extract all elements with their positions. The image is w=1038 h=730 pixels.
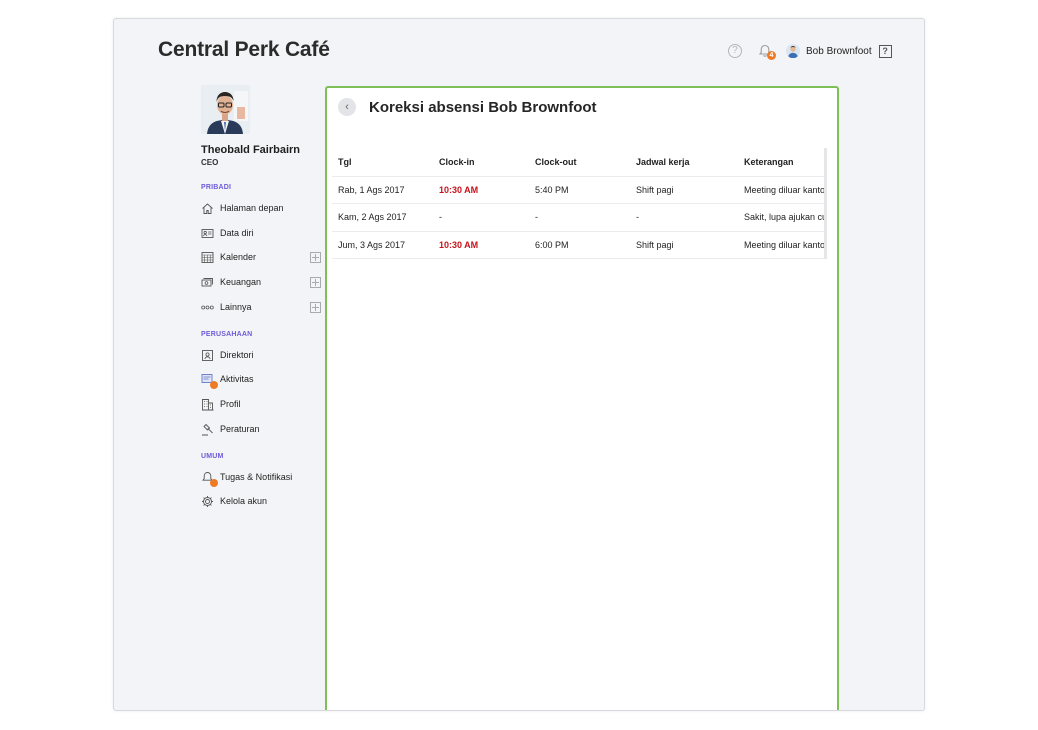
profile-role: CEO [201,158,219,167]
sidebar-item-label: Keuangan [220,277,262,287]
sidebar-item-lainnya[interactable]: Lainnya [201,299,321,315]
sidebar-item-label: Tugas & Notifikasi [220,472,293,482]
sidebar-item-label: Halaman depan [220,203,284,213]
sidebar-item-data-diri[interactable]: Data diri [201,225,321,241]
activity-badge [210,380,218,389]
money-icon [201,276,214,289]
sidebar-item-kalender[interactable]: Kalender [201,249,321,265]
sidebar-item-tugas-notifikasi[interactable]: Tugas & Notifikasi [201,469,321,487]
cell-clock-in: - [433,203,529,232]
sidebar: Theobald Fairbairn CEO PRIBADI PERUSAHAA… [201,85,321,507]
cell-note: Meeting diluar kantor [738,176,824,204]
table-header-row: Tgl Clock-in Clock-out Jadwal kerja Kete… [332,148,824,177]
help-box-icon[interactable]: ? [878,44,892,58]
attendance-correction-panel: ‹ Koreksi absensi Bob Brownfoot Tgl Cloc… [325,86,839,710]
column-header[interactable]: Clock-in [433,148,529,177]
notifications-button[interactable]: 4 [756,43,776,60]
cell-clock-out: 6:00 PM [529,231,630,259]
cell-clock-in: 10:30 AM [433,176,529,204]
sidebar-item-label: Aktivitas [220,374,254,384]
top-bar: ? 4 Bob Brownfoot ? [728,43,892,60]
back-button[interactable]: ‹ [338,98,356,116]
cell-schedule: Shift pagi [630,231,738,259]
attendance-table: Tgl Clock-in Clock-out Jadwal kerja Kete… [332,148,824,259]
cell-date: Kam, 2 Ags 2017 [332,203,433,232]
calendar-icon [201,251,214,264]
profile-avatar[interactable] [201,85,250,134]
cell-note: Meeting diluar kantor [738,231,824,259]
profile-name: Theobald Fairbairn [201,144,301,156]
cell-clock-out: 5:40 PM [529,176,630,204]
task-badge [210,478,218,487]
attendance-table-container[interactable]: Tgl Clock-in Clock-out Jadwal kerja Kete… [332,148,827,259]
bell-icon [201,471,218,487]
sidebar-item-label: Kelola akun [220,496,268,506]
column-header[interactable]: Jadwal kerja [630,148,738,177]
building-icon [201,398,214,411]
cell-date: Rab, 1 Ags 2017 [332,176,433,204]
activity-icon [201,373,218,389]
expand-plus-icon[interactable] [310,252,321,263]
sidebar-item-halaman-depan[interactable]: Halaman depan [201,200,321,216]
column-header[interactable]: Clock-out [529,148,630,177]
help-circle-icon[interactable]: ? [728,44,742,58]
gavel-icon [201,423,214,436]
gear-icon [201,495,214,508]
sidebar-item-label: Data diri [220,228,254,238]
user-menu[interactable]: Bob Brownfoot [786,44,872,58]
sidebar-item-aktivitas[interactable]: Aktivitas [201,371,321,389]
id-card-icon [201,227,214,240]
column-header[interactable]: Tgl [332,148,433,177]
cell-schedule: - [630,203,738,232]
sidebar-item-label: Peraturan [220,424,260,434]
app-window: Central Perk Café ? 4 Bob Brownfoot ? Th… [113,18,925,711]
cell-clock-out: - [529,203,630,232]
directory-icon [201,349,214,362]
table-row[interactable]: Rab, 1 Ags 2017 10:30 AM 5:40 PM Shift p… [332,176,824,204]
notification-badge: 4 [767,51,776,60]
sidebar-item-profil[interactable]: Profil [201,396,321,412]
sidebar-item-label: Lainnya [220,302,252,312]
sidebar-item-direktori[interactable]: Direktori [201,347,321,363]
expand-plus-icon[interactable] [310,302,321,313]
page-title: Koreksi absensi Bob Brownfoot [369,99,597,116]
sidebar-item-kelola-akun[interactable]: Kelola akun [201,493,321,509]
sidebar-item-label: Direktori [220,350,254,360]
section-perusahaan: PERUSAHAAN [201,331,253,338]
column-header[interactable]: Keterangan [738,148,824,177]
cell-clock-in: 10:30 AM [433,231,529,259]
cell-date: Jum, 3 Ags 2017 [332,231,433,259]
more-icon [201,301,214,314]
user-avatar-icon [786,44,800,58]
sidebar-item-peraturan[interactable]: Peraturan [201,421,321,437]
section-umum: UMUM [201,453,224,460]
user-name: Bob Brownfoot [806,45,872,57]
sidebar-item-keuangan[interactable]: Keuangan [201,274,321,290]
cell-schedule: Shift pagi [630,176,738,204]
sidebar-item-label: Kalender [220,252,257,262]
home-icon [201,202,214,215]
sidebar-item-label: Profil [220,399,241,409]
company-name: Central Perk Café [158,38,330,61]
cell-note: Sakit, lupa ajukan cuti [738,203,824,232]
table-row[interactable]: Kam, 2 Ags 2017 - - - Sakit, lupa ajukan… [332,203,824,232]
table-row[interactable]: Jum, 3 Ags 2017 10:30 AM 6:00 PM Shift p… [332,231,824,259]
section-pribadi: PRIBADI [201,184,232,191]
expand-plus-icon[interactable] [310,277,321,288]
